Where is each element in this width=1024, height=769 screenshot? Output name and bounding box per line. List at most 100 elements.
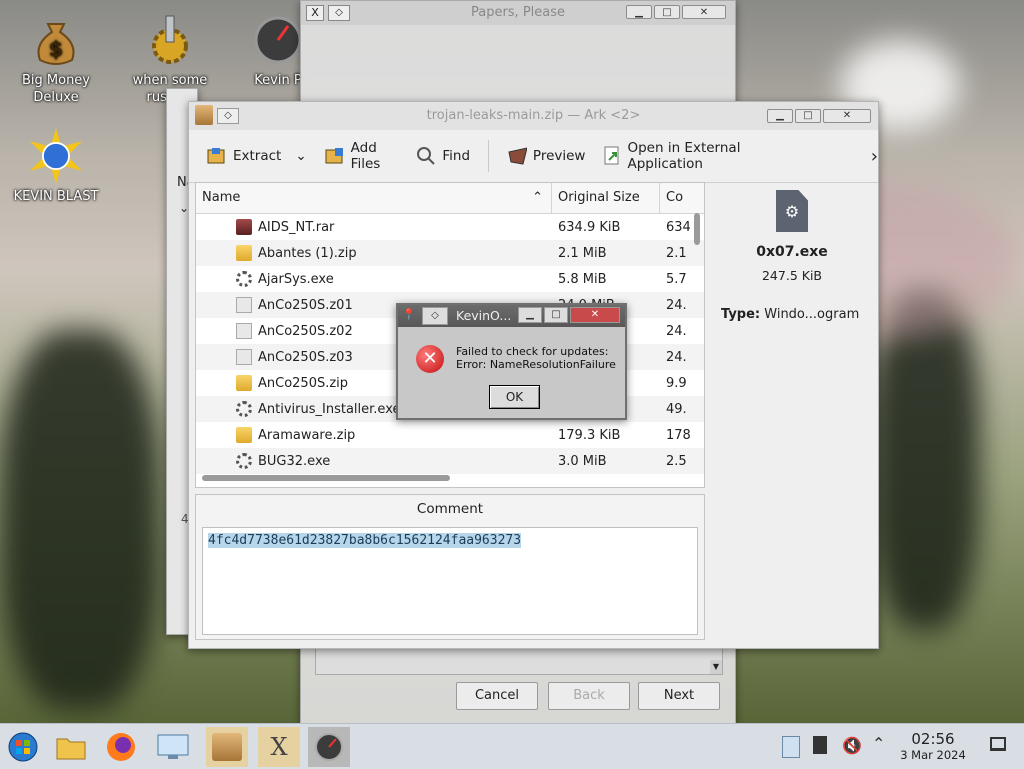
close-button[interactable]: ✕ xyxy=(823,109,871,123)
file-row[interactable]: Abantes (1).zip 2.1 MiB 2.1 xyxy=(196,240,704,266)
cancel-button[interactable]: Cancel xyxy=(456,682,538,710)
svg-text:$: $ xyxy=(49,37,63,61)
archive-box-icon xyxy=(195,105,213,125)
add-files-button[interactable]: Add Files xyxy=(325,140,399,172)
ok-button[interactable]: OK xyxy=(489,385,540,409)
preview-icon xyxy=(507,146,527,166)
exe-file-icon xyxy=(236,453,252,469)
start-menu-icon[interactable] xyxy=(2,727,44,767)
chevron-down-icon[interactable]: ⌄ xyxy=(295,148,306,164)
column-compressed[interactable]: Co xyxy=(660,183,704,213)
comment-label: Comment xyxy=(416,501,484,517)
error-message: Failed to check for updates: Error: Name… xyxy=(456,345,616,371)
taskbar: X 🔇 ⌃ 02:56 3 Mar 2024 xyxy=(0,723,1024,769)
detail-type-value: Windo...ogram xyxy=(764,307,860,322)
firefox-icon[interactable] xyxy=(100,727,142,767)
clock[interactable]: 02:56 3 Mar 2024 xyxy=(896,730,970,762)
notes-icon[interactable] xyxy=(813,736,827,754)
rar-file-icon xyxy=(236,219,252,235)
minimize-button[interactable]: ▁ xyxy=(767,109,793,123)
gen-file-icon xyxy=(236,323,252,339)
maximize-button[interactable]: □ xyxy=(544,307,568,323)
sort-up-icon: ⌃ xyxy=(532,190,543,205)
detail-size: 247.5 KiB xyxy=(761,268,822,283)
extract-label: Extract xyxy=(233,148,282,164)
desktop-icon-big-money-deluxe[interactable]: $ Big Money Deluxe xyxy=(8,12,104,106)
titlebar: X ◇ Papers, Please ▁ □ ✕ xyxy=(301,1,735,25)
preview-button[interactable]: Preview xyxy=(507,146,586,166)
volume-muted-icon[interactable]: 🔇 xyxy=(842,736,862,755)
comment-textbox[interactable]: 4fc4d7738e61d23827ba8b6c1562124faa963273 xyxy=(202,527,698,635)
file-name: AIDS_NT.rar xyxy=(258,219,335,235)
preview-label: Preview xyxy=(532,148,586,164)
add-files-label: Add Files xyxy=(350,140,381,172)
gen-file-icon xyxy=(236,349,252,365)
file-row[interactable]: AjarSys.exe 5.8 MiB 5.7 xyxy=(196,266,704,292)
ark-taskbar-button[interactable] xyxy=(206,727,248,767)
file-name-cell: AjarSys.exe xyxy=(196,271,552,287)
exe-file-icon xyxy=(236,271,252,287)
show-desktop-icon[interactable] xyxy=(990,737,1006,751)
find-button[interactable]: Find xyxy=(416,146,470,166)
close-button[interactable]: ✕ xyxy=(570,307,620,323)
dialog-titlebar: 📍 ◇ KevinO... ▁ □ ✕ xyxy=(398,305,625,327)
file-compressed: 9.9 xyxy=(666,375,687,391)
column-name[interactable]: Name ⌃ xyxy=(196,183,552,213)
error-line-2: Error: NameResolutionFailure xyxy=(456,358,616,371)
chevron-right-icon[interactable]: › xyxy=(871,146,878,167)
find-label: Find xyxy=(442,148,471,164)
file-compressed: 24. xyxy=(666,297,687,313)
kevin-taskbar-button[interactable] xyxy=(308,727,350,767)
details-panel: ⚙ 0x07.exe 247.5 KiB Type: Windo...ogram xyxy=(713,182,871,488)
clock-time: 02:56 xyxy=(911,730,955,748)
file-manager-icon[interactable] xyxy=(50,727,92,767)
desktop-icon-kevin-blast[interactable]: KEVIN BLAST xyxy=(8,128,104,205)
column-original-size[interactable]: Original Size xyxy=(552,183,660,213)
vertical-scrollbar[interactable] xyxy=(694,213,700,245)
file-name-cell: AIDS_NT.rar xyxy=(196,219,552,235)
horizontal-scrollbar[interactable] xyxy=(202,475,450,481)
detail-type: Type: Windo...ogram xyxy=(713,307,871,322)
file-name: BUG32.exe xyxy=(258,453,331,469)
papers-please-taskbar-button[interactable]: X xyxy=(258,727,300,767)
file-name-cell: BUG32.exe xyxy=(196,453,552,469)
extract-icon xyxy=(207,146,227,166)
money-bag-icon: $ xyxy=(28,12,84,68)
gauge-icon xyxy=(250,12,306,68)
clipboard-icon[interactable] xyxy=(782,736,800,758)
window-title: trojan-leaks-main.zip — Ark <2> xyxy=(426,108,641,123)
file-compressed: 2.1 xyxy=(666,245,687,261)
file-name: AnCo250S.z01 xyxy=(258,297,353,313)
window-menu-icon[interactable]: ◇ xyxy=(422,307,448,325)
open-external-button[interactable]: Open in External Application xyxy=(603,140,790,172)
chevron-up-icon[interactable]: ⌃ xyxy=(872,734,885,753)
add-files-icon xyxy=(325,146,345,166)
maximize-button[interactable]: □ xyxy=(795,109,821,123)
minimize-button[interactable]: ▁ xyxy=(626,5,652,19)
file-row[interactable]: AIDS_NT.rar 634.9 KiB 634 xyxy=(196,214,704,240)
file-compressed: 24. xyxy=(666,323,687,339)
file-name: AnCo250S.z02 xyxy=(258,323,353,339)
file-name-cell: Aramaware.zip xyxy=(196,427,552,443)
extract-button[interactable]: Extract ⌄ xyxy=(207,146,307,166)
file-row[interactable]: Aramaware.zip 179.3 KiB 178 xyxy=(196,422,704,448)
remote-desktop-icon[interactable] xyxy=(152,727,194,767)
file-name: Abantes (1).zip xyxy=(258,245,357,261)
file-row[interactable]: BUG32.exe 3.0 MiB 2.5 xyxy=(196,448,704,474)
scroll-down-icon[interactable]: ▼ xyxy=(710,660,722,674)
gen-file-icon xyxy=(236,297,252,313)
comment-text: 4fc4d7738e61d23827ba8b6c1562124faa963273 xyxy=(208,533,522,548)
search-icon xyxy=(416,146,436,166)
file-compressed: 2.5 xyxy=(666,453,687,469)
back-button[interactable]: Back xyxy=(548,682,630,710)
minimize-button[interactable]: ▁ xyxy=(518,307,542,323)
comment-section: Comment 4fc4d7738e61d23827ba8b6c1562124f… xyxy=(195,494,705,640)
file-compressed: 178 xyxy=(666,427,691,443)
close-button[interactable]: ✕ xyxy=(682,5,726,19)
error-line-1: Failed to check for updates: xyxy=(456,345,609,358)
file-name: AjarSys.exe xyxy=(258,271,334,287)
column-name-label: Name xyxy=(202,190,241,205)
next-button[interactable]: Next xyxy=(638,682,720,710)
maximize-button[interactable]: □ xyxy=(654,5,680,19)
window-menu-icon[interactable]: ◇ xyxy=(217,108,239,124)
